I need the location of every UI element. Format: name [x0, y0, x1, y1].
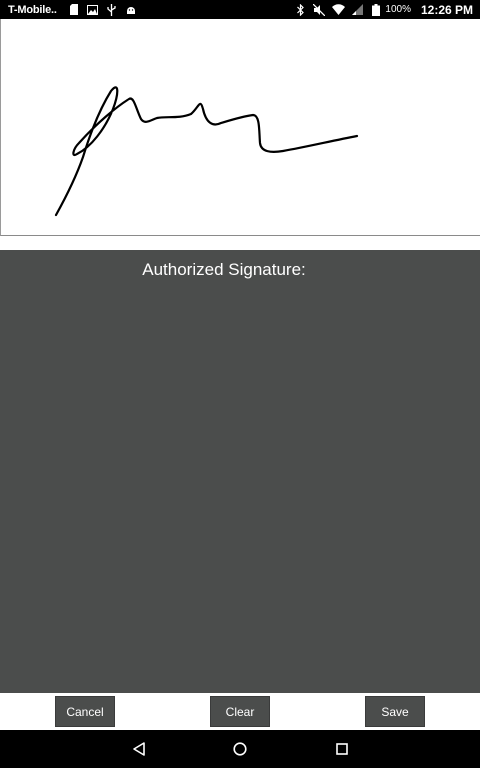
save-button[interactable]: Save	[365, 696, 425, 727]
battery-icon	[369, 3, 383, 16]
sim-card-icon	[67, 3, 81, 16]
navigation-bar	[0, 730, 480, 768]
signature-pad[interactable]	[0, 19, 480, 236]
wifi-icon	[331, 3, 345, 16]
button-bar: Cancel Clear Save	[0, 693, 480, 730]
recents-icon[interactable]	[332, 739, 352, 759]
back-icon[interactable]	[129, 739, 149, 759]
authorized-signature-label: Authorized Signature:	[142, 260, 306, 279]
android-icon	[124, 3, 138, 16]
mute-icon	[312, 3, 326, 16]
cancel-button[interactable]: Cancel	[55, 696, 115, 727]
status-bar: T-Mobile.. 100% 12:26 PM	[0, 0, 480, 19]
signature-stroke	[54, 86, 359, 217]
status-left: T-Mobile..	[8, 3, 143, 16]
carrier-name: T-Mobile..	[8, 3, 57, 16]
usb-icon	[105, 3, 119, 16]
clear-button[interactable]: Clear	[210, 696, 270, 727]
home-icon[interactable]	[230, 739, 250, 759]
status-right: 100% 12:26 PM	[293, 3, 473, 17]
image-icon	[86, 3, 100, 16]
signal-icon	[350, 3, 364, 16]
clock: 12:26 PM	[420, 2, 473, 17]
signature-section: Authorized Signature:	[0, 250, 480, 693]
battery-percent: 100%	[385, 4, 411, 15]
bluetooth-icon	[293, 3, 307, 16]
